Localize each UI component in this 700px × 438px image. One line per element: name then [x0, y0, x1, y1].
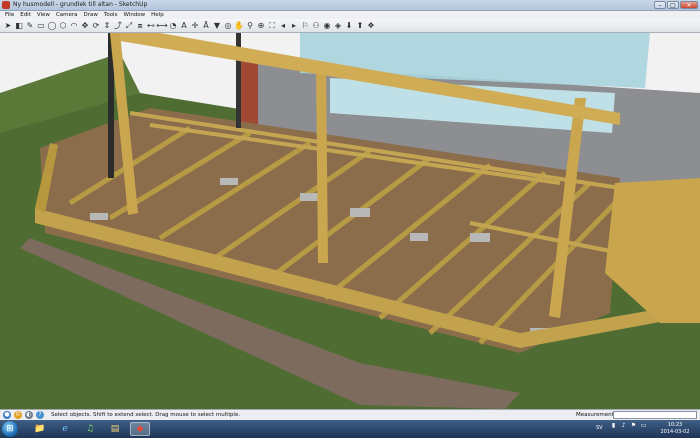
pencil-icon[interactable]: ✎: [25, 21, 35, 31]
pan-icon[interactable]: ✋: [234, 21, 244, 31]
menu-help[interactable]: Help: [148, 11, 167, 19]
menu-window[interactable]: Window: [120, 11, 148, 19]
position-camera-icon[interactable]: ⚐: [300, 21, 310, 31]
menu-edit[interactable]: Edit: [17, 11, 34, 19]
paint-bucket-icon[interactable]: ▼: [212, 21, 222, 31]
taskbar-folder-icon[interactable]: ▤: [105, 422, 125, 436]
credits-icon[interactable]: ©: [14, 411, 22, 419]
polygon-icon[interactable]: ⬡: [58, 21, 68, 31]
previous-view-icon[interactable]: ◂: [278, 21, 288, 31]
offset-icon[interactable]: ⧈: [135, 21, 145, 31]
move-icon[interactable]: ✥: [80, 21, 90, 31]
circle-icon[interactable]: ◯: [47, 21, 57, 31]
user-icon[interactable]: ◐: [25, 411, 33, 419]
protractor-icon[interactable]: ◔: [168, 21, 178, 31]
next-view-icon[interactable]: ▸: [289, 21, 299, 31]
deck-3d-scene: [0, 33, 700, 409]
menu-draw[interactable]: Draw: [81, 11, 101, 19]
menu-file[interactable]: File: [2, 11, 17, 19]
system-clock[interactable]: 10:23 2014-03-02: [653, 422, 697, 436]
maximize-button[interactable]: □: [667, 1, 679, 9]
taskbar-explorer-icon[interactable]: 📁: [30, 422, 50, 436]
walk-icon[interactable]: ⚇: [311, 21, 321, 31]
window-controls: – □ ✕: [654, 1, 698, 9]
arc-icon[interactable]: ◠: [69, 21, 79, 31]
rectangle-icon[interactable]: ▭: [36, 21, 46, 31]
share-model-icon[interactable]: ⬆: [355, 21, 365, 31]
sketchup-app-icon[interactable]: [2, 1, 10, 9]
main-toolbar: ➤ ◧ ✎ ▭ ◯ ⬡ ◠ ✥ ⟳ ⇕ ⤴ ⤢ ⧈ ⊷ ⟷ ◔ A ✛ Ā ▼ ◎ ✋ ⚲ ⊕ ⛶ ◂ ▸ ⚐ ⚇ ◉ ◈ ⬇ ⬆ ❖: [0, 19, 700, 33]
orbit-icon[interactable]: ◎: [223, 21, 233, 31]
menu-camera[interactable]: Camera: [53, 11, 81, 19]
taskbar-spotify-icon[interactable]: ♫: [80, 422, 100, 436]
dimension-icon[interactable]: ⟷: [156, 21, 167, 31]
measurements-input[interactable]: [613, 411, 697, 419]
tape-measure-icon[interactable]: ⊷: [146, 21, 156, 31]
measurements-label: Measurements: [576, 412, 617, 418]
clock-time: 10:23: [667, 422, 683, 428]
axes-icon[interactable]: ✛: [190, 21, 200, 31]
language-indicator[interactable]: SV: [596, 425, 603, 431]
tray-flag-icon[interactable]: ⚑: [630, 422, 637, 429]
scale-icon[interactable]: ⤢: [124, 21, 134, 31]
tray-network-icon[interactable]: ▮: [610, 422, 617, 429]
zoom-window-icon[interactable]: ⊕: [256, 21, 266, 31]
eraser-icon[interactable]: ◧: [14, 21, 24, 31]
look-around-icon[interactable]: ◉: [322, 21, 332, 31]
help-icon[interactable]: ?: [36, 411, 44, 419]
3d-text-icon[interactable]: Ā: [201, 21, 211, 31]
components-icon[interactable]: ❖: [366, 21, 376, 31]
window-title: Ny husmodell - grundlek till altan - Ske…: [13, 1, 148, 8]
section-plane-icon[interactable]: ◈: [333, 21, 343, 31]
get-models-icon[interactable]: ⬇: [344, 21, 354, 31]
start-button[interactable]: ⊞: [2, 421, 18, 437]
close-button[interactable]: ✕: [680, 1, 698, 9]
windows-taskbar: ⊞ 📁 ℯ ♫ ▤ ◆ SV ▮ ♪ ⚑ ▭ 10:23 2014-03-02: [0, 420, 700, 438]
status-bar: ● © ◐ ? Select objects. Shift to extend …: [0, 409, 700, 420]
tray-battery-icon[interactable]: ▭: [640, 422, 647, 429]
status-message: Select objects. Shift to extend select. …: [51, 412, 241, 418]
clock-date: 2014-03-02: [660, 429, 690, 435]
rotate-icon[interactable]: ⟳: [91, 21, 101, 31]
menu-view[interactable]: View: [34, 11, 53, 19]
zoom-extents-icon[interactable]: ⛶: [267, 21, 277, 31]
select-arrow-icon[interactable]: ➤: [3, 21, 13, 31]
taskbar-sketchup-icon[interactable]: ◆: [130, 422, 150, 436]
text-icon[interactable]: A: [179, 21, 189, 31]
taskbar-internet-explorer-icon[interactable]: ℯ: [55, 422, 75, 436]
wood-post-center: [316, 63, 328, 263]
push-pull-icon[interactable]: ⇕: [102, 21, 112, 31]
tray-volume-icon[interactable]: ♪: [620, 422, 627, 429]
follow-me-icon[interactable]: ⤴: [113, 21, 123, 31]
zoom-icon[interactable]: ⚲: [245, 21, 255, 31]
menu-bar: File Edit View Camera Draw Tools Window …: [0, 11, 700, 19]
minimize-button[interactable]: –: [654, 1, 666, 9]
menu-tools[interactable]: Tools: [101, 11, 121, 19]
model-viewport[interactable]: [0, 33, 700, 409]
system-tray: ▮ ♪ ⚑ ▭: [610, 422, 647, 429]
title-bar: Ny husmodell - grundlek till altan - Ske…: [0, 0, 700, 11]
geo-location-icon[interactable]: ●: [3, 411, 11, 419]
